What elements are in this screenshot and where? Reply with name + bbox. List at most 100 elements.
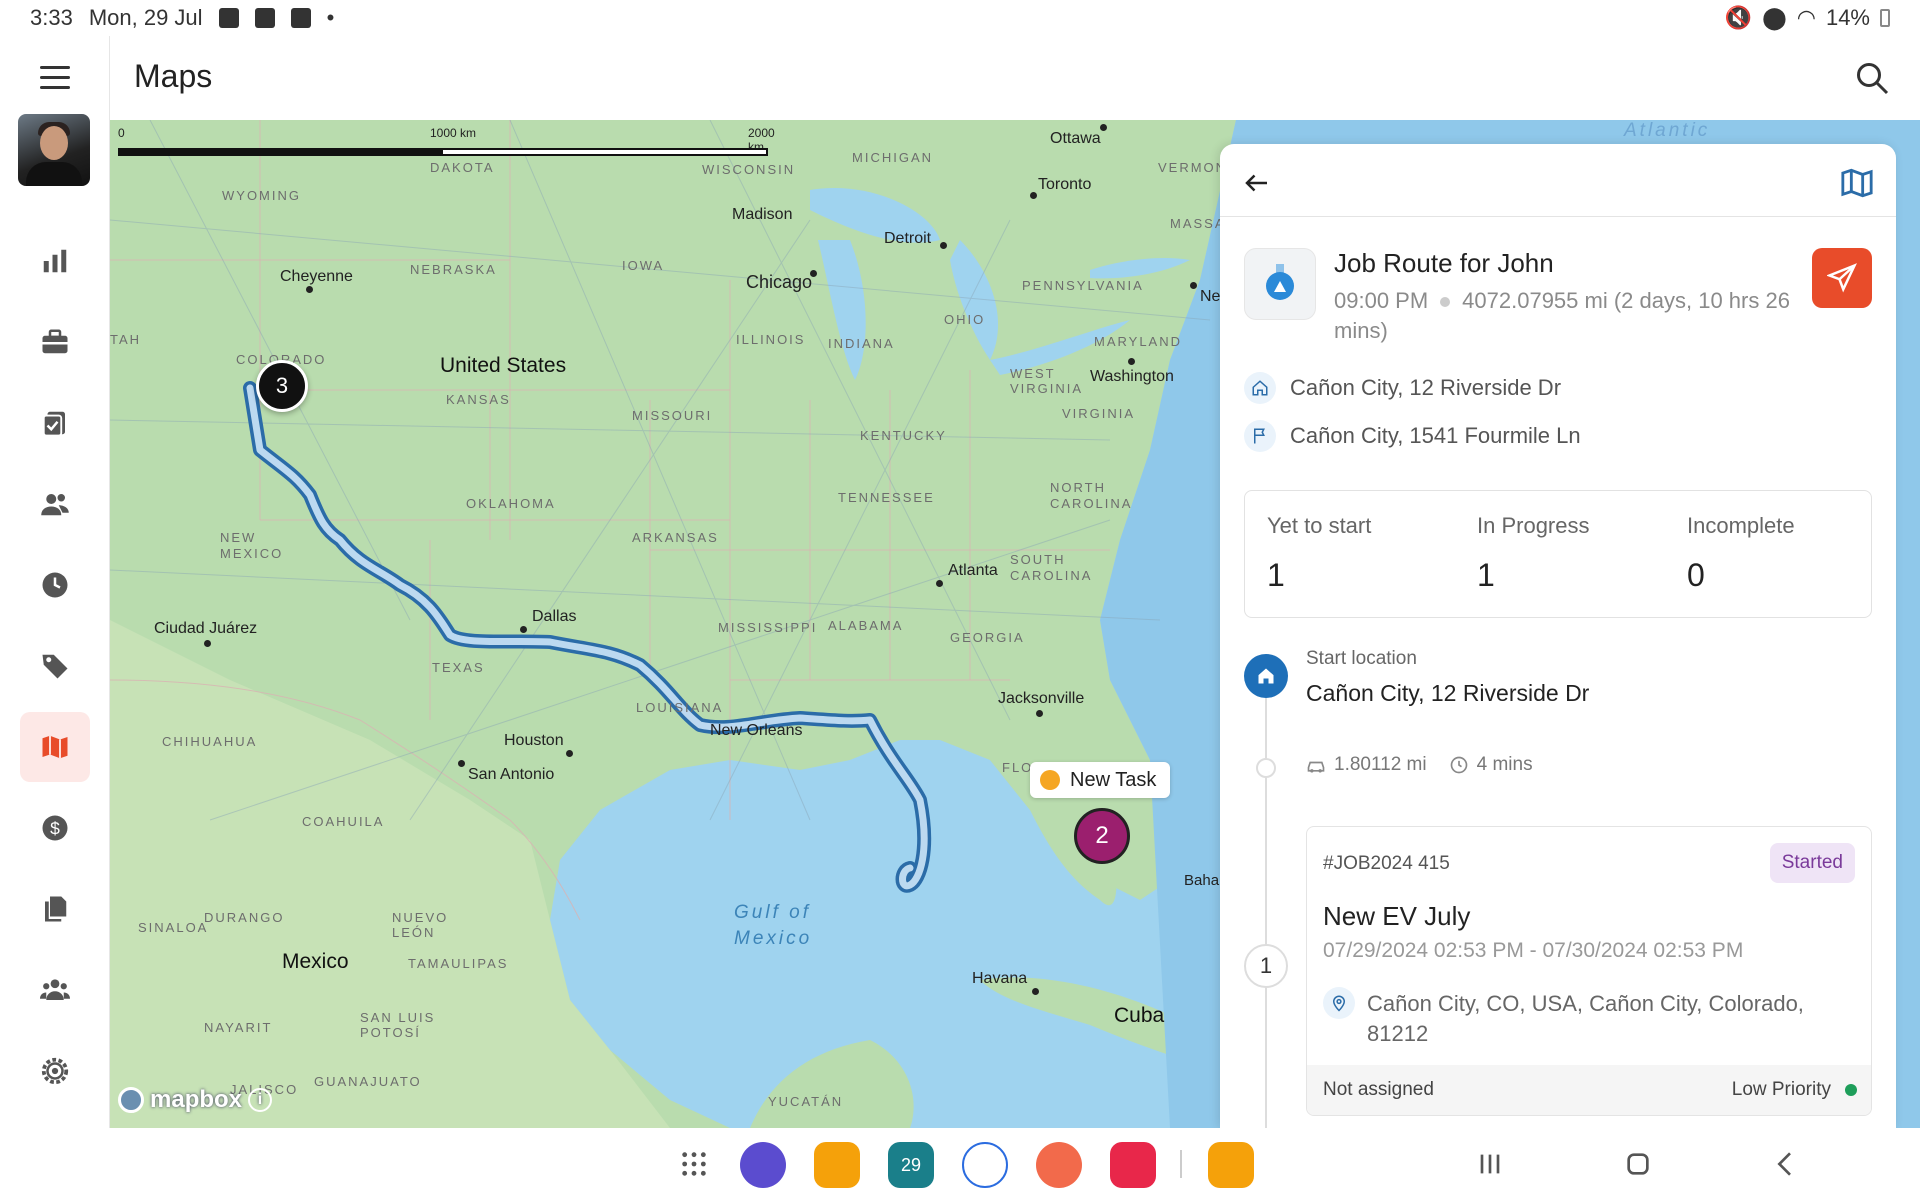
map-label: Baha <box>1184 872 1220 889</box>
route-start-marker[interactable]: 3 <box>256 360 308 412</box>
car-icon <box>1307 761 1325 773</box>
map-label: NAYARIT <box>204 1020 273 1035</box>
home-button[interactable] <box>1622 1148 1654 1180</box>
info-icon[interactable]: i <box>248 1088 273 1112</box>
users-icon <box>41 494 69 516</box>
map-icon <box>42 735 68 759</box>
map-label: DURANGO <box>204 910 285 925</box>
map-label: LOUISIANA <box>636 700 724 715</box>
job-address: Cañon City, CO, USA, Cañon City, Colorad… <box>1367 991 1804 1046</box>
scale-bar <box>118 148 768 156</box>
map-label: NEW MEXICO <box>220 530 284 561</box>
nav-jobs[interactable] <box>20 307 90 377</box>
nav-customers[interactable] <box>20 469 90 539</box>
stat-incomplete[interactable]: Incomplete 0 <box>1687 513 1795 594</box>
map-view-icon[interactable] <box>1840 166 1874 200</box>
map-label: Cuba <box>1114 1004 1165 1027</box>
start-address-row: Cañon City, 12 Riverside Dr <box>1244 372 1561 404</box>
menu-button[interactable] <box>40 66 70 90</box>
map-label: Chicago <box>746 272 813 292</box>
nav-settings[interactable] <box>20 1036 90 1106</box>
job-card[interactable]: #JOB2024 415 Started New EV July 07/29/2… <box>1306 826 1872 1116</box>
battery-level: 14% <box>1825 5 1870 30</box>
nav-tags[interactable] <box>20 631 90 701</box>
map-label: San Antonio <box>468 766 555 783</box>
nav-billing[interactable]: $ <box>20 793 90 863</box>
map-label: CHIHUAHUA <box>162 734 258 749</box>
nav-timesheets[interactable] <box>20 550 90 620</box>
map-label: Atlanta <box>948 562 998 579</box>
nav-maps[interactable] <box>20 712 90 782</box>
gallery-notification-icon <box>218 8 239 28</box>
calendar-app-icon[interactable]: 29 <box>888 1142 934 1188</box>
map-label: SAN LUIS POTOSÍ <box>360 1010 436 1040</box>
mapbox-attribution[interactable]: mapbox i <box>118 1086 273 1114</box>
stat-yet-to-start[interactable]: Yet to start 1 <box>1267 513 1371 594</box>
back-arrow-icon[interactable] <box>1242 168 1272 198</box>
job-name: New EV July <box>1323 901 1471 931</box>
map-label: Cheyenne <box>280 268 353 285</box>
map-label: Jacksonville <box>998 690 1085 707</box>
app-drawer-icon[interactable] <box>678 1148 710 1180</box>
map-label: ARKANSAS <box>632 530 719 545</box>
route-title: Job Route for John <box>1334 248 1554 278</box>
map-label: FLO <box>1002 760 1034 775</box>
map-label: KENTUCKY <box>860 428 947 443</box>
bar-chart-icon <box>43 249 67 273</box>
navigation-rail: $ <box>0 36 110 1200</box>
map-label: GUANAJUATO <box>314 1074 422 1089</box>
flag-icon <box>1244 420 1276 452</box>
map-label: VIRGINIA <box>1062 406 1136 421</box>
app-notification-icon <box>290 8 311 28</box>
stat-in-progress[interactable]: In Progress 1 <box>1477 513 1590 594</box>
avatar[interactable] <box>18 114 90 186</box>
map-label: TEXAS <box>432 660 485 675</box>
tag-icon <box>42 654 68 679</box>
map-label: Detroit <box>884 230 932 247</box>
recent-app-icon[interactable] <box>1208 1142 1254 1188</box>
leg-distance: 1.80112 mi <box>1334 754 1427 775</box>
dollar-icon: $ <box>42 815 68 841</box>
map-label: Washington <box>1090 368 1174 385</box>
navigate-button[interactable] <box>1812 248 1872 308</box>
messages-app-icon[interactable] <box>962 1142 1008 1188</box>
home-icon <box>1244 372 1276 404</box>
nav-tasks[interactable] <box>20 388 90 458</box>
route-time: 09:00 PM <box>1334 288 1429 313</box>
search-icon[interactable] <box>1854 60 1890 96</box>
nav-teams[interactable] <box>20 955 90 1025</box>
map-label: SINALOA <box>138 920 209 935</box>
battery-icon <box>1880 9 1890 27</box>
new-task-popup[interactable]: New Task <box>1030 762 1171 798</box>
map-label: NORTH CAROLINA <box>1050 480 1133 511</box>
route-pin-icon <box>1244 248 1316 320</box>
map-label: Houston <box>504 732 564 749</box>
priority-dot-icon <box>1845 1084 1857 1096</box>
start-address: Cañon City, 12 Riverside Dr <box>1290 375 1562 400</box>
nav-analytics[interactable] <box>20 226 90 296</box>
map-label: Gulf of Mexico <box>734 902 813 949</box>
map-label: ALABAMA <box>828 618 904 633</box>
map-label: Atlantic <box>1624 120 1711 141</box>
stat-label: In Progress <box>1477 513 1590 538</box>
map-label: TAH <box>110 332 142 347</box>
map-label: Dallas <box>532 608 577 625</box>
leg-info: 1.80112 mi 4 mins <box>1306 754 1533 776</box>
files-app-icon[interactable] <box>814 1142 860 1188</box>
camera-app-icon[interactable] <box>1110 1142 1156 1188</box>
contacts-app-icon[interactable] <box>1036 1142 1082 1188</box>
map-label: GEORGIA <box>950 630 1025 645</box>
stop-number: 1 <box>1244 944 1288 988</box>
recents-button[interactable] <box>1474 1148 1506 1180</box>
route-end-marker[interactable]: 2 <box>1074 808 1130 864</box>
map-label: OKLAHOMA <box>466 496 556 511</box>
map-label: PENNSYLVANIA <box>1022 278 1144 293</box>
browser-app-icon[interactable] <box>740 1142 786 1188</box>
nav-documents[interactable] <box>20 874 90 944</box>
more-notifications-icon: • <box>326 5 335 30</box>
status-badge: Started <box>1769 843 1855 883</box>
back-button[interactable] <box>1770 1148 1802 1180</box>
dock-divider <box>1180 1150 1182 1178</box>
map-label: DAKOTA <box>430 160 495 175</box>
job-id: #JOB2024 415 <box>1323 853 1450 874</box>
